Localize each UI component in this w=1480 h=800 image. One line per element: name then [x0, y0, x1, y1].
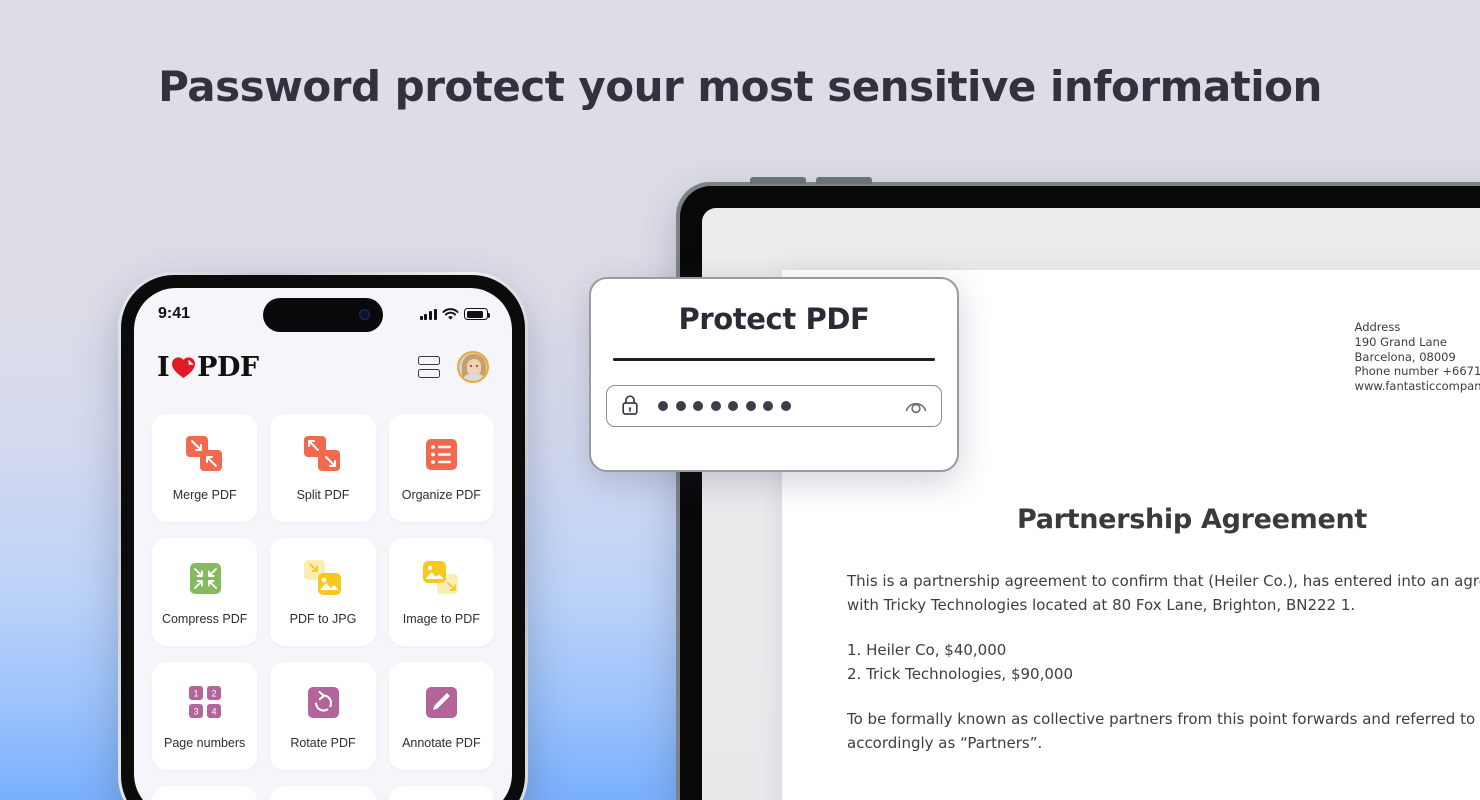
document-list-item-1: 1. Heiler Co, $40,000 [847, 641, 1007, 659]
merge-pdf-icon [184, 435, 226, 475]
phone-device: 9:41 I PDF Merge PDF Split PDF Organize … [118, 272, 528, 800]
status-indicators [419, 307, 491, 321]
app-header: I PDF [134, 344, 512, 390]
tool-card-rotate-pdf[interactable]: Rotate PDF [270, 662, 376, 770]
document-body: This is a partnership agreement to confi… [847, 570, 1480, 777]
ilovepdf-logo[interactable]: I PDF [157, 352, 259, 383]
document-paragraph-1: This is a partnership agreement to confi… [847, 572, 1480, 614]
status-bar: 9:41 [134, 298, 512, 330]
address-line-4: Phone number +667112233 [1354, 364, 1480, 379]
tool-card-annotate-pdf[interactable]: Annotate PDF [388, 662, 494, 770]
protect-pdf-dialog: Protect PDF [589, 277, 959, 472]
document-list: 1. Heiler Co, $40,000 2. Trick Technolog… [847, 639, 1480, 686]
status-time: 9:41 [158, 305, 191, 322]
document-paragraph-2: To be formally known as collective partn… [847, 710, 1476, 752]
tool-label: Annotate PDF [402, 735, 481, 750]
address-line-5: www.fantasticcompanies.com [1354, 379, 1480, 394]
address-line-1: Address [1354, 320, 1401, 334]
tool-card-row4-3[interactable] [388, 786, 494, 800]
menu-icon[interactable] [418, 356, 440, 378]
tablet-device: Address 190 Grand Lane Barcelona, 08009 … [676, 177, 1480, 800]
tool-label: Split PDF [296, 487, 350, 502]
dialog-divider [613, 358, 935, 361]
document-address-block: Address 190 Grand Lane Barcelona, 08009 … [1355, 320, 1480, 394]
avatar[interactable] [457, 351, 489, 383]
tool-label: Organize PDF [401, 487, 481, 502]
tool-card-pdf-to-jpg[interactable]: PDF to JPG [270, 538, 376, 646]
battery-icon [464, 308, 491, 320]
split-pdf-icon [302, 435, 344, 475]
document-list-item-2: 2. Trick Technologies, $90,000 [847, 664, 1073, 683]
svg-text:2: 2 [211, 688, 216, 698]
tool-label: Compress PDF [161, 611, 248, 626]
document-title: Partnership Agreement [1016, 504, 1368, 535]
page-headline: Password protect your most sensitive inf… [158, 62, 1322, 111]
tool-label: Page numbers [164, 735, 246, 750]
tool-grid: Merge PDF Split PDF Organize PDF Compres… [134, 414, 512, 800]
svg-text:1: 1 [193, 688, 198, 698]
image-to-pdf-icon [420, 559, 462, 599]
tool-card-image-to-pdf[interactable]: Image to PDF [388, 538, 494, 646]
compress-pdf-icon [184, 559, 226, 599]
logo-text-pdf: PDF [197, 351, 259, 383]
tool-card-page-numbers[interactable]: 1 2 3 4 Page numbers [152, 662, 258, 770]
lock-icon [622, 395, 638, 415]
tool-label: Image to PDF [402, 611, 480, 626]
tool-label: Merge PDF [172, 487, 237, 502]
tablet-volume-up-button[interactable] [750, 177, 806, 184]
cellular-signal-icon [419, 308, 437, 320]
wifi-icon [442, 307, 459, 320]
tool-card-merge-pdf[interactable]: Merge PDF [152, 414, 258, 522]
dialog-title: Protect PDF [678, 302, 870, 336]
eye-visibility-icon[interactable] [904, 397, 928, 414]
tool-card-row4-1[interactable] [152, 786, 258, 800]
tool-card-compress-pdf[interactable]: Compress PDF [152, 538, 258, 646]
svg-text:4: 4 [211, 706, 216, 716]
annotate-pdf-icon [420, 683, 462, 723]
page-numbers-icon: 1 2 3 4 [184, 683, 226, 723]
logo-letter-i: I [157, 351, 170, 383]
header-actions [418, 351, 489, 383]
tablet-volume-down-button[interactable] [816, 177, 872, 184]
tool-card-organize-pdf[interactable]: Organize PDF [388, 414, 494, 522]
tool-label: Rotate PDF [290, 735, 356, 750]
tool-card-row4-2[interactable] [270, 786, 376, 800]
password-input[interactable] [606, 384, 942, 427]
password-masked-value [658, 400, 894, 411]
tool-label: PDF to JPG [289, 611, 357, 626]
pdf-to-jpg-icon [302, 559, 344, 599]
tool-card-split-pdf[interactable]: Split PDF [270, 414, 376, 522]
svg-text:3: 3 [193, 706, 198, 716]
heart-icon [171, 356, 196, 379]
phone-bezel: 9:41 I PDF Merge PDF Split PDF Organize … [121, 275, 525, 800]
rotate-pdf-icon [302, 683, 344, 723]
address-line-2: 190 Grand Lane [1354, 334, 1447, 349]
phone-screen: 9:41 I PDF Merge PDF Split PDF Organize … [134, 288, 512, 800]
organize-pdf-icon [420, 435, 462, 475]
address-line-3: Barcelona, 08009 [1354, 349, 1456, 364]
